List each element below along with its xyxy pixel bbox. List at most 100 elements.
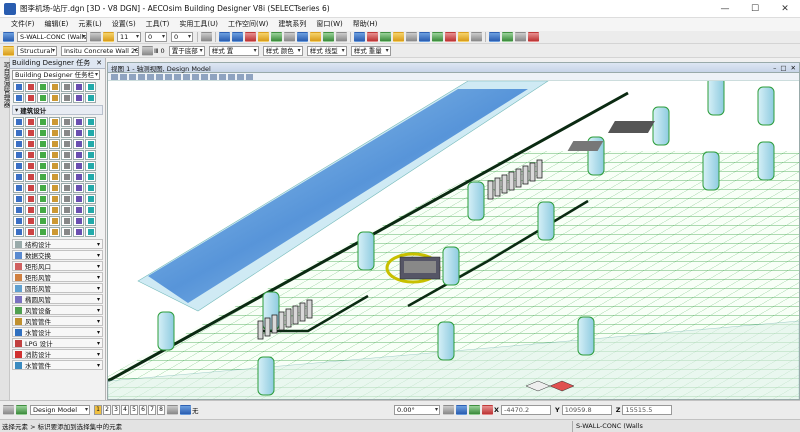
view-tool-icon[interactable] [129, 73, 136, 80]
key-in-icon[interactable] [336, 32, 347, 42]
task-category-item[interactable]: 椭圆风管 ▾ [12, 294, 103, 304]
project-explorer-tab[interactable]: 项目资源管理器 [1, 62, 10, 108]
style-linetype-combo[interactable]: 样式 线型 ▾ [306, 45, 347, 56]
snap-icon[interactable] [456, 405, 467, 415]
architecture-tool-icon[interactable] [25, 161, 36, 171]
architecture-tool-icon[interactable] [13, 128, 24, 138]
menu-workspace[interactable]: 工作空间(W) [223, 18, 273, 31]
architecture-tool-icon[interactable] [85, 128, 96, 138]
architecture-tool-icon[interactable] [25, 205, 36, 215]
architecture-tool-icon[interactable] [73, 216, 84, 226]
style-color-combo[interactable]: 样式 颜色 ▾ [262, 45, 303, 56]
architecture-tool-icon[interactable] [61, 227, 72, 237]
view-tool-icon[interactable] [147, 73, 154, 80]
main-tool-icon[interactable] [73, 93, 84, 103]
architecture-tool-icon[interactable] [49, 139, 60, 149]
architecture-tool-icon[interactable] [73, 194, 84, 204]
architecture-tool-icon[interactable] [73, 183, 84, 193]
view-tool-icon[interactable] [210, 73, 217, 80]
view-tool-icon[interactable] [201, 73, 208, 80]
architecture-tool-icon[interactable] [85, 205, 96, 215]
fare-gate[interactable] [285, 308, 292, 328]
main-tool-icon[interactable] [13, 93, 24, 103]
architecture-tool-icon[interactable] [37, 183, 48, 193]
fare-gate[interactable] [487, 180, 494, 200]
element-info-icon[interactable] [245, 32, 256, 42]
rendering-icon[interactable] [489, 32, 500, 42]
architecture-tool-icon[interactable] [37, 139, 48, 149]
fare-gate[interactable] [264, 317, 271, 337]
priority-combo[interactable]: 置于底部 ▾ [168, 45, 205, 56]
color-icon[interactable] [103, 32, 114, 42]
locks-icon[interactable] [482, 405, 493, 415]
close-icon[interactable]: ✕ [96, 59, 102, 67]
eye-icon[interactable] [3, 32, 14, 42]
close-button[interactable]: ✕ [770, 0, 800, 18]
view-tool-icon[interactable] [228, 73, 235, 80]
main-tool-icon[interactable] [61, 82, 72, 92]
view-number-button[interactable]: 8 [157, 405, 165, 415]
architecture-tool-icon[interactable] [73, 139, 84, 149]
task-category-item[interactable]: 结构设计 ▾ [12, 239, 103, 249]
models-icon[interactable] [310, 32, 321, 42]
architecture-tool-icon[interactable] [73, 205, 84, 215]
next-icon[interactable] [16, 405, 27, 415]
architecture-tool-icon[interactable] [49, 172, 60, 182]
main-tool-icon[interactable] [13, 82, 24, 92]
architecture-tool-icon[interactable] [73, 227, 84, 237]
architecture-tool-icon[interactable] [37, 194, 48, 204]
fare-gate[interactable] [278, 311, 285, 331]
style-combo[interactable]: 0 ▾ [171, 32, 193, 42]
menu-help[interactable]: 帮助(H) [348, 18, 383, 31]
section-header-architecture[interactable]: ▾ 建筑设计 [12, 105, 103, 115]
architecture-tool-icon[interactable] [85, 172, 96, 182]
architecture-tool-icon[interactable] [37, 172, 48, 182]
element-class-icon[interactable] [201, 32, 212, 42]
architecture-tool-icon[interactable] [49, 161, 60, 171]
architecture-tool-icon[interactable] [13, 183, 24, 193]
architecture-tool-icon[interactable] [85, 139, 96, 149]
architecture-tool-icon[interactable] [13, 139, 24, 149]
architecture-tool-icon[interactable] [61, 194, 72, 204]
architecture-tool-icon[interactable] [13, 194, 24, 204]
glass-column[interactable] [442, 246, 460, 286]
architecture-tool-icon[interactable] [85, 194, 96, 204]
view-minimize-button[interactable]: – [773, 64, 776, 72]
menu-window[interactable]: 窗口(W) [311, 18, 347, 31]
main-tool-icon[interactable] [85, 82, 96, 92]
task-category-item[interactable]: 圆形风管 ▾ [12, 283, 103, 293]
architecture-tool-icon[interactable] [73, 161, 84, 171]
glass-column[interactable] [757, 86, 775, 126]
building-tools-icon[interactable] [354, 32, 365, 42]
view-tool-icon[interactable] [237, 73, 244, 80]
view-window[interactable]: 视图 1 - 轴测视图, Design Model – □ ✕ [107, 62, 800, 400]
task-category-item[interactable]: 矩形风管 ▾ [12, 272, 103, 282]
reference-icon[interactable] [297, 32, 308, 42]
fare-gate[interactable] [271, 314, 278, 334]
task-category-item[interactable]: 数据交换 ▾ [12, 250, 103, 260]
mechanical-icon[interactable] [445, 32, 456, 42]
architecture-tool-icon[interactable] [61, 161, 72, 171]
architecture-tool-icon[interactable] [49, 128, 60, 138]
main-tool-icon[interactable] [37, 93, 48, 103]
architecture-tool-icon[interactable] [85, 183, 96, 193]
fare-gate[interactable] [257, 320, 264, 340]
architecture-tool-icon[interactable] [85, 117, 96, 127]
view-number-button[interactable]: 5 [130, 405, 138, 415]
task-category-item[interactable]: 消防设计 ▾ [12, 349, 103, 359]
animation-icon[interactable] [502, 32, 513, 42]
architecture-tool-icon[interactable] [37, 150, 48, 160]
architecture-tool-icon[interactable] [13, 172, 24, 182]
fare-gate[interactable] [536, 159, 543, 179]
glass-column[interactable] [257, 356, 275, 396]
architecture-tool-icon[interactable] [61, 205, 72, 215]
part-combo[interactable]: Insitu Concrete Wall 250mi▾ [61, 45, 139, 56]
accuSnap-icon[interactable] [469, 405, 480, 415]
fare-gate[interactable] [299, 302, 306, 322]
electrical-icon[interactable] [458, 32, 469, 42]
architecture-tool-icon[interactable] [61, 139, 72, 149]
menu-utilities[interactable]: 实用工具(U) [174, 18, 223, 31]
view-tool-icon[interactable] [246, 73, 253, 80]
main-tool-icon[interactable] [73, 82, 84, 92]
architecture-tool-icon[interactable] [25, 183, 36, 193]
